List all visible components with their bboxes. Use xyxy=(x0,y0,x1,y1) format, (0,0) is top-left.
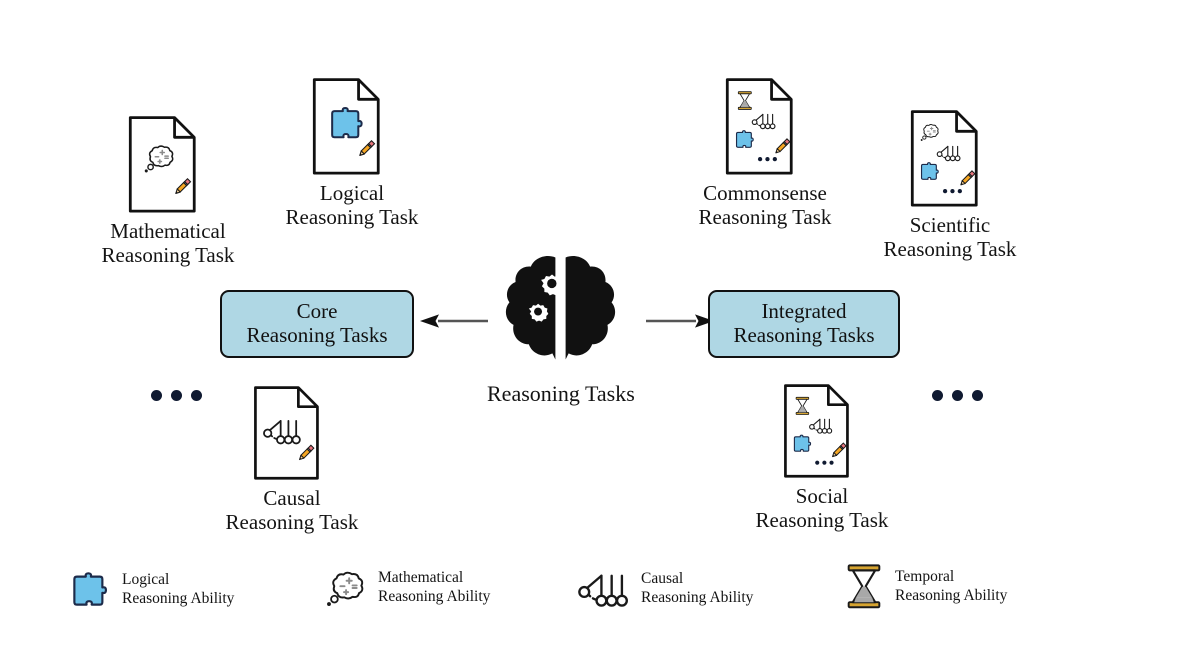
document-multi-ability-pencil-icon xyxy=(784,384,849,478)
puzzle-icon xyxy=(73,572,108,606)
task-label: Logical Reasoning Task xyxy=(285,181,419,229)
task-label: Mathematical Reasoning Task xyxy=(101,219,235,267)
thought-math-icon xyxy=(326,571,364,607)
center-node: Reasoning Tasks xyxy=(487,246,635,407)
legend-item-logical[interactable]: Logical Reasoning Ability xyxy=(68,570,234,610)
legend: Logical Reasoning Ability Mathematical R… xyxy=(0,556,1200,636)
document-multi-ability-pencil-icon xyxy=(725,78,793,175)
task-social[interactable]: Social Reasoning Task xyxy=(736,384,908,532)
center-label: Reasoning Tasks xyxy=(487,381,635,406)
legend-label: Logical Reasoning Ability xyxy=(122,571,235,607)
hourglass-icon xyxy=(847,564,881,609)
task-label: Social Reasoning Task xyxy=(755,484,889,532)
legend-label: Causal Reasoning Ability xyxy=(641,570,754,606)
category-box-core[interactable]: Core Reasoning Tasks xyxy=(220,290,414,358)
brain-gears-icon xyxy=(506,256,616,360)
legend-item-mathematical[interactable]: Mathematical Reasoning Ability xyxy=(322,566,490,610)
newtons-cradle-icon xyxy=(578,574,628,607)
task-logical[interactable]: Logical Reasoning Task xyxy=(268,78,436,229)
task-label: Causal Reasoning Task xyxy=(225,486,359,534)
category-box-integrated[interactable]: Integrated Reasoning Tasks xyxy=(708,290,900,358)
task-causal[interactable]: Causal Reasoning Task xyxy=(206,386,378,534)
document-math-pencil-icon xyxy=(128,116,196,213)
document-multi-ability-pencil-icon xyxy=(910,110,978,207)
legend-label: Mathematical Reasoning Ability xyxy=(378,569,491,605)
legend-item-temporal[interactable]: Temporal Reasoning Ability xyxy=(845,564,1007,610)
document-cradle-pencil-icon xyxy=(254,386,319,480)
legend-label: Temporal Reasoning Ability xyxy=(895,568,1008,604)
arrow-to-core xyxy=(420,314,488,328)
ellipsis-integrated xyxy=(932,390,983,401)
document-puzzle-pencil-icon xyxy=(312,78,380,175)
task-mathematical[interactable]: Mathematical Reasoning Task xyxy=(78,116,258,267)
task-commonsense[interactable]: Commonsense Reasoning Task xyxy=(679,78,851,229)
ellipsis-core xyxy=(151,390,202,401)
task-scientific[interactable]: Scientific Reasoning Task xyxy=(862,110,1038,261)
task-label: Commonsense Reasoning Task xyxy=(698,181,832,229)
legend-item-causal[interactable]: Causal Reasoning Ability xyxy=(577,570,753,608)
arrow-to-integrated xyxy=(646,314,714,328)
task-label: Scientific Reasoning Task xyxy=(883,213,1017,261)
